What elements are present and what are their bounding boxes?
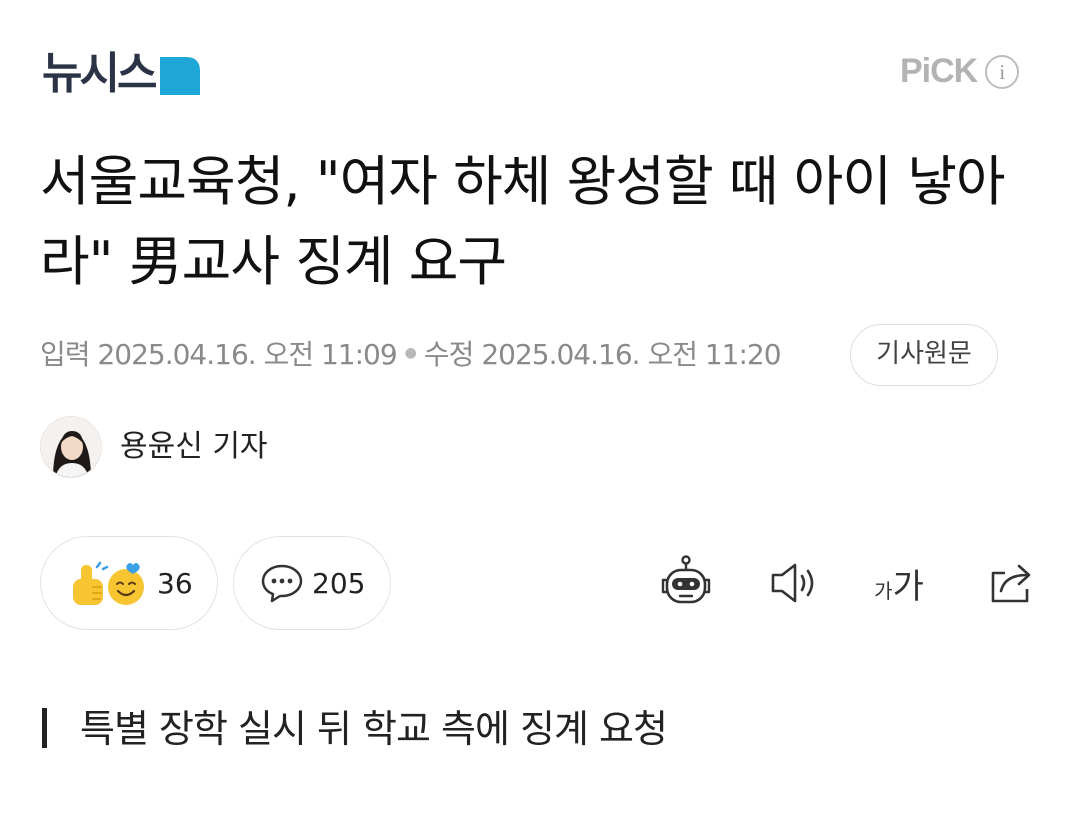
font-size-large-label: 가 (892, 566, 924, 607)
summary-bot-button[interactable] (654, 552, 718, 614)
original-article-button[interactable]: 기사원문 (850, 324, 998, 386)
reaction-emoji-icons (73, 561, 144, 605)
reaction-count: 36 (157, 566, 193, 600)
speaker-icon (771, 563, 814, 603)
share-button[interactable] (980, 552, 1042, 614)
published-time: 2025.04.16. 오전 11:09 (97, 338, 397, 371)
listen-button[interactable] (762, 552, 822, 614)
pick-badge[interactable]: PiCK i (900, 52, 1020, 91)
newsis-logo[interactable]: 뉴시스 (42, 48, 201, 100)
comment-icon (261, 564, 303, 603)
robot-summary-icon (661, 555, 711, 604)
thumbs-up-emoji-icon (73, 561, 109, 605)
subheadline-bar (42, 708, 47, 748)
published-label: 입력 (40, 338, 91, 371)
logo-accent-icon (160, 57, 201, 95)
smile-emoji-icon (108, 563, 144, 605)
share-icon (991, 564, 1031, 603)
reporter-name[interactable]: 용윤신 기자 (120, 424, 268, 470)
reporter-photo-icon (41, 417, 101, 477)
article-headline: 서울교육청, "여자 하체 왕성할 때 아이 낳아라" 男교사 징계 요구 (40, 150, 1006, 293)
article-dates: 입력 2025.04.16. 오전 11:09 ● 수정 2025.04.16.… (40, 330, 782, 376)
font-size-button[interactable]: 가가 (866, 552, 932, 614)
reporter-avatar[interactable] (40, 416, 102, 478)
article-subheadline: 특별 장학 실시 뒤 학교 측에 징계 요청 (80, 707, 668, 751)
modified-time: 2025.04.16. 오전 11:20 (481, 338, 781, 371)
comment-button[interactable]: 205 (233, 536, 391, 630)
modified-label: 수정 (423, 338, 475, 371)
logo-text: 뉴시스 (42, 48, 157, 99)
font-size-small-label: 가 (874, 578, 893, 603)
reaction-button[interactable]: 36 (40, 536, 218, 630)
info-icon[interactable]: i (985, 54, 1020, 89)
font-size-icon: 가가 (874, 559, 924, 608)
comment-count: 205 (312, 566, 366, 600)
separator-dot-icon: ● (404, 345, 417, 361)
pick-label: PiCK (900, 52, 978, 90)
